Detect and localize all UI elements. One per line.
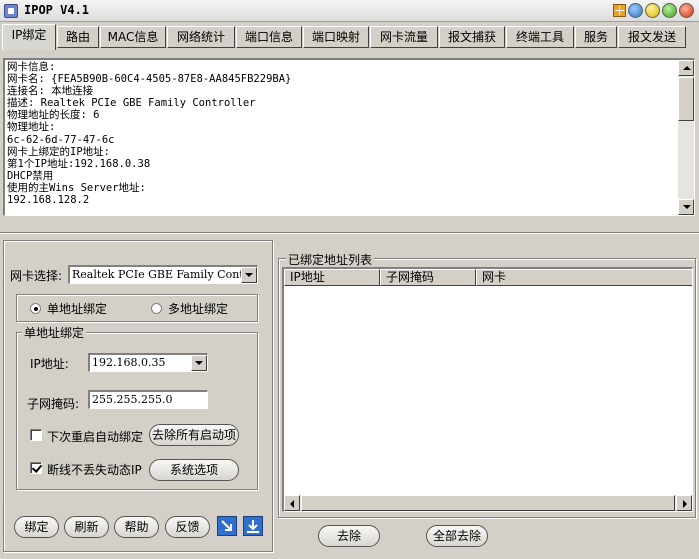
- tab-packet-capture[interactable]: 报文捕获: [439, 26, 505, 48]
- ip-address-dropdown-button[interactable]: [191, 355, 207, 371]
- bound-list-legend: 已绑定地址列表: [286, 251, 375, 268]
- refresh-button[interactable]: 刷新: [64, 516, 109, 538]
- nic-info-textarea[interactable]: 网卡信息: 网卡名: {FEA5B90B-60C4-4505-87E8-AA845…: [3, 58, 695, 216]
- subnet-mask-label: 子网掩码:: [27, 397, 80, 411]
- app-icon: [4, 4, 18, 18]
- info-line: 网卡名: {FEA5B90B-60C4-4505-87E8-AA845FB229…: [7, 73, 292, 86]
- help-button[interactable]: 帮助: [114, 516, 159, 538]
- ip-address-value: 192.168.0.35: [92, 356, 166, 369]
- tab-label: MAC信息: [107, 30, 159, 44]
- tab-nic-traffic[interactable]: 网卡流量: [370, 26, 438, 48]
- tab-services[interactable]: 服务: [575, 26, 617, 48]
- info-line: 网卡上绑定的IP地址:: [7, 145, 110, 158]
- tab-ip-bind[interactable]: IP绑定: [2, 24, 56, 50]
- scroll-up-button[interactable]: [678, 60, 694, 76]
- remove-button[interactable]: 去除: [318, 525, 380, 547]
- remove-startup-button[interactable]: 去除所有启动项: [149, 424, 239, 446]
- arrow-down-right-icon[interactable]: [217, 516, 237, 536]
- nic-select-button[interactable]: [241, 267, 257, 283]
- auto-bind-checkbox[interactable]: [30, 429, 42, 441]
- tab-label: 路由: [65, 30, 90, 44]
- info-line: DHCP禁用: [7, 169, 54, 182]
- tab-net-stats[interactable]: 网络统计: [167, 26, 235, 48]
- download-glyph: [247, 520, 259, 533]
- scroll-up-icon: [683, 66, 691, 70]
- arrow-down-right-glyph: [221, 520, 232, 531]
- tab-label: 报文捕获: [447, 30, 496, 44]
- info-line: 网卡信息:: [7, 61, 56, 73]
- tab-label: 网卡流量: [379, 30, 428, 44]
- single-bind-radio[interactable]: [30, 303, 41, 314]
- info-line: 连接名: 本地连接: [7, 85, 94, 98]
- bind-button[interactable]: 绑定: [14, 516, 59, 538]
- column-ip-address[interactable]: IP地址: [284, 269, 380, 286]
- horizontal-divider: [0, 232, 699, 234]
- tab-terminal-tools[interactable]: 终端工具: [506, 26, 574, 48]
- keep-dynamic-ip-checkbox[interactable]: [30, 462, 42, 474]
- feedback-button[interactable]: 反馈: [165, 516, 210, 538]
- tab-label: 网络统计: [176, 30, 225, 44]
- tab-label: 端口信息: [244, 30, 293, 44]
- scroll-right-icon: [683, 500, 687, 508]
- tab-route[interactable]: 路由: [57, 26, 99, 48]
- tab-port-info[interactable]: 端口信息: [236, 26, 302, 48]
- chevron-down-icon: [245, 273, 253, 277]
- info-vertical-scrollbar[interactable]: [678, 60, 694, 215]
- horizontal-scroll-thumb[interactable]: [301, 495, 675, 511]
- info-line: 物理地址:: [7, 121, 56, 134]
- tab-bar: IP绑定 路由 MAC信息 网络统计 端口信息 端口映射 网卡流量 报文捕获 终…: [0, 24, 699, 50]
- tab-label: 终端工具: [515, 30, 564, 44]
- pin-icon[interactable]: [613, 4, 626, 17]
- scroll-left-button[interactable]: [284, 495, 300, 511]
- multi-bind-label[interactable]: 多地址绑定: [168, 300, 228, 317]
- bound-address-list[interactable]: IP地址 子网掩码 网卡: [282, 267, 693, 512]
- multi-bind-radio[interactable]: [151, 303, 162, 314]
- tab-label: 报文发送: [627, 30, 676, 44]
- download-icon[interactable]: [243, 516, 263, 536]
- ip-address-label: IP地址:: [30, 357, 69, 371]
- tab-packet-send[interactable]: 报文发送: [618, 26, 686, 48]
- ip-address-combo[interactable]: 192.168.0.35: [88, 353, 208, 372]
- nic-select-value: Realtek PCIe GBE Family Controller: [72, 268, 258, 281]
- nic-info-text: 网卡信息: 网卡名: {FEA5B90B-60C4-4505-87E8-AA845…: [7, 61, 677, 206]
- window-title: IPOP V4.1: [24, 3, 90, 17]
- maximize-button[interactable]: [662, 3, 677, 18]
- info-line: 使用的主Wins Server地址:: [7, 181, 146, 194]
- info-line: 描述: Realtek PCIe GBE Family Controller: [7, 97, 256, 110]
- minimize-button[interactable]: [645, 3, 660, 18]
- tab-label: 端口映射: [311, 30, 360, 44]
- scroll-left-icon: [290, 500, 294, 508]
- single-bind-legend: 单地址绑定: [22, 324, 87, 341]
- settings-circle-button[interactable]: [628, 3, 643, 18]
- column-nic[interactable]: 网卡: [476, 269, 692, 286]
- info-line: 192.168.128.2: [7, 194, 90, 207]
- remove-all-button[interactable]: 全部去除: [426, 525, 488, 547]
- column-subnet-mask[interactable]: 子网掩码: [380, 269, 476, 286]
- nic-select-label: 网卡选择:: [10, 269, 63, 283]
- auto-bind-label[interactable]: 下次重启自动绑定: [47, 428, 143, 445]
- scroll-thumb[interactable]: [678, 77, 694, 121]
- scroll-right-button[interactable]: [676, 495, 692, 511]
- single-bind-label[interactable]: 单地址绑定: [47, 300, 107, 317]
- tab-label: IP绑定: [11, 28, 47, 42]
- title-bar: IPOP V4.1: [0, 0, 699, 22]
- info-line: 物理地址的长度: 6: [7, 109, 100, 122]
- system-options-button[interactable]: 系统选项: [149, 459, 239, 481]
- chevron-down-icon: [195, 361, 203, 365]
- list-horizontal-scrollbar[interactable]: [284, 495, 692, 511]
- tab-mac-info[interactable]: MAC信息: [100, 26, 166, 48]
- info-line: 第1个IP地址:192.168.0.38: [7, 157, 151, 170]
- keep-dynamic-ip-label[interactable]: 断线不丢失动态IP: [47, 461, 142, 478]
- scroll-down-icon: [683, 205, 691, 209]
- close-button[interactable]: [679, 3, 694, 18]
- scroll-down-button[interactable]: [678, 199, 694, 215]
- tab-label: 服务: [583, 30, 608, 44]
- tab-port-mapping[interactable]: 端口映射: [303, 26, 369, 48]
- nic-select-dropdown[interactable]: Realtek PCIe GBE Family Controller: [68, 265, 258, 284]
- info-line: 6c-62-6d-77-47-6c: [7, 133, 115, 146]
- list-header: IP地址 子网掩码 网卡: [284, 269, 692, 286]
- subnet-mask-input[interactable]: 255.255.255.0: [88, 390, 208, 409]
